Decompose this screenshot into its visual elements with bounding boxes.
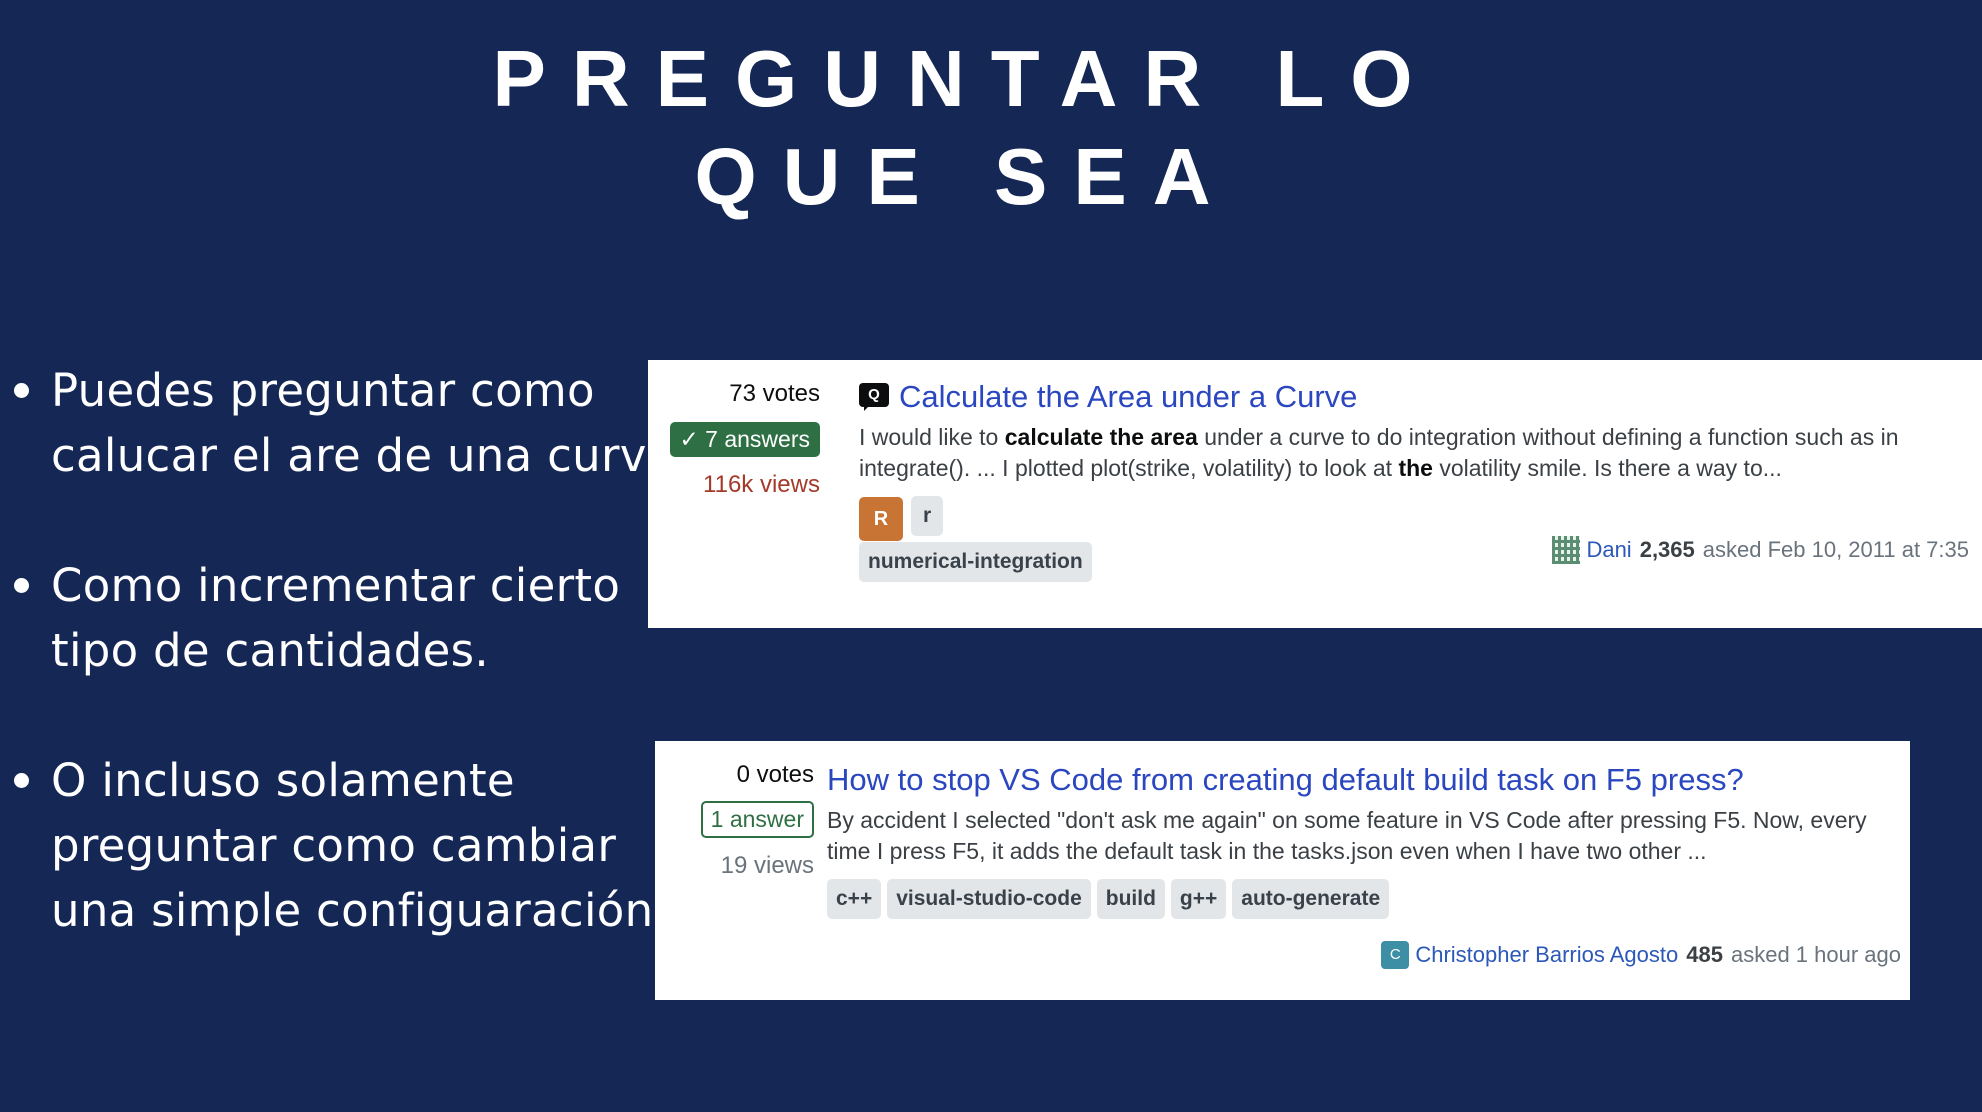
- vote-count: 73 votes: [729, 380, 820, 407]
- excerpt-text: volatility smile. Is there a way to...: [1432, 455, 1782, 481]
- question-bubble-letter: Q: [859, 383, 889, 407]
- tag-gpp[interactable]: g++: [1170, 879, 1227, 919]
- user-avatar-icon[interactable]: C: [1381, 941, 1410, 969]
- bullet-line: Puedes preguntar como: [51, 364, 595, 417]
- question-owner: Dani 2,365 asked Feb 10, 2011 at 7:35: [1552, 536, 1969, 564]
- user-name-link[interactable]: Christopher Barrios Agosto: [1415, 942, 1678, 968]
- bullet-line: calucar el are de una curva.: [51, 429, 690, 482]
- bullet-dot-icon: [14, 578, 29, 593]
- answer-count: 7 answers: [705, 426, 810, 452]
- checkmark-icon: ✓: [679, 426, 699, 452]
- view-count: 19 views: [720, 852, 814, 879]
- question-stats: 0 votes 1 answer 19 views: [664, 741, 814, 880]
- tag-build[interactable]: build: [1096, 879, 1165, 919]
- tag-auto-generate[interactable]: auto-generate: [1232, 879, 1390, 919]
- question-title-row: How to stop VS Code from creating defaul…: [827, 761, 1902, 799]
- bullet-line: O incluso solamente: [51, 754, 515, 807]
- vote-count: 0 votes: [736, 761, 814, 788]
- bullet-item: Puedes preguntar como calucar el are de …: [10, 358, 690, 488]
- bullet-line: preguntar como cambiar: [51, 819, 617, 872]
- bullet-item: Como incrementar cierto tipo de cantidad…: [10, 553, 650, 683]
- question-excerpt: I would like to calculate the area under…: [859, 422, 1969, 484]
- bullet-line: tipo de cantidades.: [51, 624, 489, 677]
- slide-title-line: PREGUNTAR LO: [492, 34, 1439, 123]
- user-avatar-icon[interactable]: [1552, 536, 1581, 564]
- question-summary-card: 0 votes 1 answer 19 views How to stop VS…: [655, 741, 1910, 1000]
- bullet-line: Como incrementar cierto: [51, 559, 621, 612]
- bullet-list: Puedes preguntar como calucar el are de …: [10, 358, 690, 1008]
- slide-title: PREGUNTAR LO QUE SEA: [0, 30, 1905, 226]
- asked-time: asked Feb 10, 2011 at 7:35: [1702, 537, 1969, 562]
- question-bubble-icon: Q: [859, 383, 889, 411]
- question-title-link[interactable]: How to stop VS Code from creating defaul…: [827, 761, 1744, 799]
- user-reputation: 485: [1686, 942, 1723, 967]
- question-summary-card: 73 votes ✓ 7 answers 116k views Q Calcul…: [648, 360, 1982, 628]
- user-name-link[interactable]: Dani: [1586, 537, 1631, 563]
- excerpt-text: I would like to: [859, 424, 1005, 450]
- r-language-icon[interactable]: R: [859, 497, 903, 541]
- tag-list: c++ visual-studio-code build g++ auto-genera…: [827, 879, 1902, 925]
- view-count: 116k views: [703, 471, 820, 498]
- question-excerpt: By accident I selected "don't ask me aga…: [827, 807, 1867, 864]
- question-title-row: Q Calculate the Area under a Curve: [859, 378, 1969, 416]
- excerpt-highlight: the: [1398, 455, 1433, 481]
- asked-time: asked 1 hour ago: [1730, 942, 1901, 967]
- tag-numerical-integration[interactable]: numerical-integration: [859, 542, 1092, 582]
- bullet-item: O incluso solamente preguntar como cambi…: [10, 748, 669, 943]
- bullet-dot-icon: [14, 773, 29, 788]
- excerpt-highlight: calculate the area: [1004, 424, 1198, 450]
- accepted-answer-badge: ✓ 7 answers: [669, 422, 820, 457]
- question-title-link[interactable]: Calculate the Area under a Curve: [899, 378, 1357, 416]
- tag-visual-studio-code[interactable]: visual-studio-code: [887, 879, 1091, 919]
- tag-cpp[interactable]: c++: [827, 879, 882, 919]
- tag-r[interactable]: r: [911, 496, 944, 536]
- question-stats: 73 votes ✓ 7 answers 116k views: [650, 360, 820, 499]
- bubble-tail: [864, 405, 870, 411]
- question-body: How to stop VS Code from creating defaul…: [827, 761, 1902, 925]
- slide-title-line: QUE SEA: [694, 132, 1237, 221]
- bullet-dot-icon: [14, 383, 29, 398]
- bullet-line: una simple configuaración.: [51, 884, 669, 937]
- question-owner: C Christopher Barrios Agosto 485 asked 1…: [1381, 941, 1901, 969]
- answer-count-badge: 1 answer: [700, 801, 814, 838]
- user-reputation: 2,365: [1639, 537, 1695, 562]
